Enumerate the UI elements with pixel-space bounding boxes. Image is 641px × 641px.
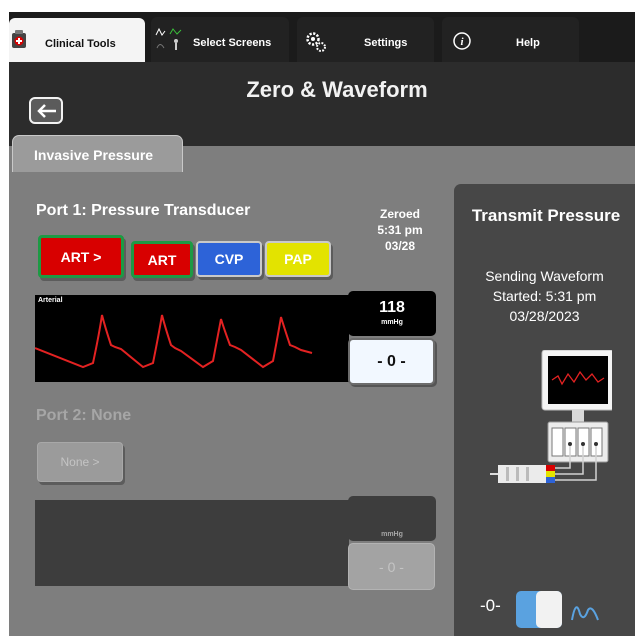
port2-title: Port 2: None: [36, 407, 132, 424]
transmit-status: Sending Waveform: [485, 268, 604, 284]
transmit-zero-label: -0-: [480, 596, 501, 615]
app-window: Clinical Tools Select Screens Settings i…: [9, 12, 635, 636]
arterial-waveform-trace: [35, 314, 313, 369]
top-nav-bar: Clinical Tools Select Screens Settings i…: [9, 12, 635, 62]
port2-pressure-readout: mmHg: [348, 496, 436, 541]
transmit-title: Transmit Pressure: [471, 206, 621, 225]
art-select-button[interactable]: ART >: [38, 235, 124, 278]
page-header: Zero & Waveform: [9, 62, 635, 146]
tab-invasive-pressure[interactable]: Invasive Pressure: [12, 135, 183, 172]
transmit-date: 03/28/2023: [509, 308, 580, 324]
zeroed-status: Zeroed 5:31 pm 03/28: [360, 206, 440, 254]
pressure-value: [348, 496, 436, 516]
port2-none-button[interactable]: None >: [37, 442, 123, 482]
pressure-value: 118: [379, 299, 405, 316]
back-arrow-icon: [37, 104, 56, 118]
pressure-unit: mmHg: [381, 319, 403, 326]
tab-select-screens[interactable]: Select Screens: [151, 17, 289, 62]
page-title: Zero & Waveform: [246, 77, 428, 102]
tab-label: Select Screens: [193, 37, 272, 49]
gear-icon: [306, 32, 326, 52]
zeroed-date: 03/28: [384, 239, 416, 253]
tab-settings[interactable]: Settings: [297, 17, 434, 62]
transmit-waveform-toggle[interactable]: [516, 591, 562, 628]
info-icon: i: [453, 32, 471, 50]
tab-help[interactable]: i Help: [442, 17, 579, 62]
zeroed-time: 5:31 pm: [377, 223, 423, 237]
select-screens-icon: [155, 27, 182, 50]
art-button[interactable]: ART: [131, 241, 193, 278]
toggle-knob: [536, 591, 562, 628]
port1-title: Port 1: Pressure Transducer: [36, 202, 251, 219]
transmit-started: Started: 5:31 pm: [492, 288, 597, 304]
port1-zero-button[interactable]: - 0 -: [348, 338, 435, 385]
svg-text:i: i: [460, 36, 464, 48]
pressure-unit: mmHg: [381, 531, 403, 538]
transmit-pressure-panel: Transmit Pressure Sending Waveform Start…: [454, 184, 635, 636]
pap-button[interactable]: PAP: [265, 241, 331, 277]
tab-label: Help: [516, 37, 540, 49]
tab-clinical-tools[interactable]: Clinical Tools: [9, 18, 145, 62]
port2-zero-button[interactable]: - 0 -: [348, 543, 435, 590]
tab-label: Clinical Tools: [45, 38, 116, 50]
zeroed-label: Zeroed: [379, 207, 420, 221]
port2-waveform-display: [35, 500, 349, 586]
cvp-button[interactable]: CVP: [196, 241, 262, 277]
waveform-icon: [571, 606, 599, 621]
tab-label: Settings: [364, 37, 408, 49]
clinical-tools-icon: [12, 30, 26, 48]
arterial-pressure-readout: 118 mmHg: [348, 291, 436, 336]
monitor-transducer-icon: [490, 350, 612, 483]
arterial-waveform-display: Arterial: [35, 295, 349, 382]
